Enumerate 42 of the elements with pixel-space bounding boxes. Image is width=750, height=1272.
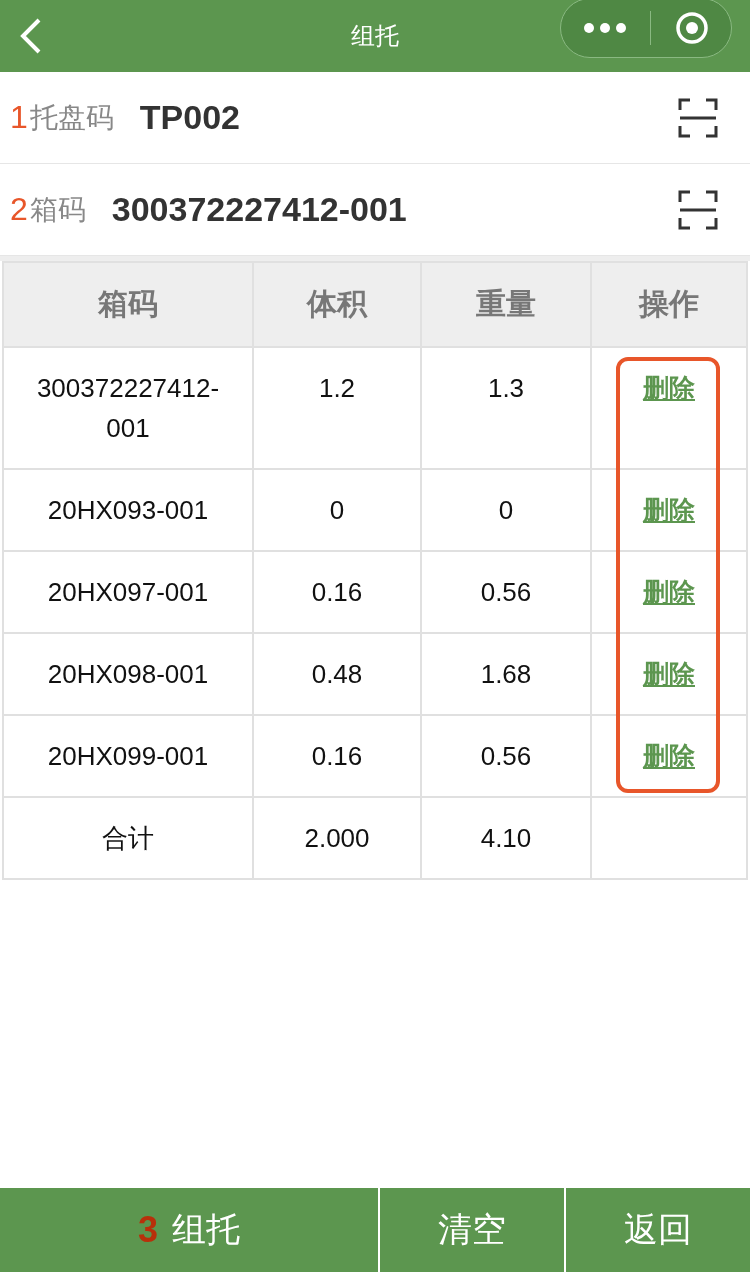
table-cell: 20HX099-001 <box>3 715 253 797</box>
table-cell: 0.48 <box>253 633 421 715</box>
table-cell: 1.2 <box>253 347 421 469</box>
more-icon[interactable] <box>582 22 627 34</box>
table-cell: 0.16 <box>253 551 421 633</box>
delete-link[interactable]: 删除 <box>643 373 695 403</box>
table-cell: 0.56 <box>421 715 591 797</box>
input-field[interactable]: TP002 <box>139 98 678 137</box>
column-header: 体积 <box>253 262 421 347</box>
step-number: 2 <box>10 191 28 228</box>
table-cell: 2.000 <box>253 797 421 879</box>
step-number: 3 <box>138 1209 158 1251</box>
table-cell: 20HX098-001 <box>3 633 253 715</box>
table-cell: 合计 <box>3 797 253 879</box>
table-cell: 1.68 <box>421 633 591 715</box>
delete-link[interactable]: 删除 <box>643 659 695 689</box>
table-cell: 0.56 <box>421 551 591 633</box>
delete-link[interactable]: 删除 <box>643 741 695 771</box>
scan-icon[interactable] <box>678 189 718 230</box>
footer-button[interactable]: 3 组托 <box>0 1188 378 1272</box>
table-cell: 0 <box>253 469 421 551</box>
scan-icon[interactable] <box>678 97 718 138</box>
field-label: 箱码 <box>29 192 86 227</box>
table-cell: 4.10 <box>421 797 591 879</box>
column-header: 操作 <box>591 262 747 347</box>
table-cell: 20HX097-001 <box>3 551 253 633</box>
column-header: 箱码 <box>3 262 253 347</box>
table-cell: 300372227412-001 <box>3 347 253 469</box>
table-cell: 20HX093-001 <box>3 469 253 551</box>
footer-button[interactable]: 清空 <box>380 1188 564 1272</box>
footer-button[interactable]: 返回 <box>566 1188 750 1272</box>
input-field[interactable]: 300372227412-001 <box>111 190 678 229</box>
table-cell: 1.3 <box>421 347 591 469</box>
back-icon[interactable] <box>20 18 42 54</box>
delete-link[interactable]: 删除 <box>643 495 695 525</box>
table-cell: 0 <box>421 469 591 551</box>
step-number: 1 <box>10 99 28 136</box>
column-header: 重量 <box>421 262 591 347</box>
delete-link[interactable]: 删除 <box>643 577 695 607</box>
table-cell: 0.16 <box>253 715 421 797</box>
page-title: 组托 <box>350 21 400 51</box>
field-label: 托盘码 <box>29 100 114 135</box>
